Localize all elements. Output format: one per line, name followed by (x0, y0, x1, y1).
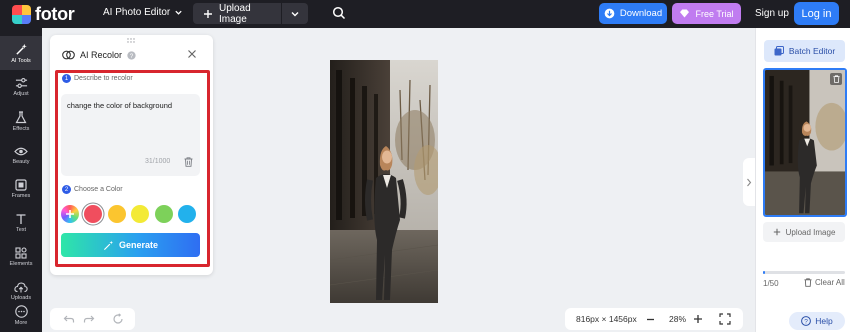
ai-photo-editor-menu[interactable]: AI Photo Editor (103, 7, 183, 18)
red-highlight-box (55, 70, 210, 267)
redo-icon[interactable] (83, 313, 95, 325)
sliders-icon (15, 77, 27, 89)
log-in-button[interactable]: Log in (794, 2, 839, 25)
thumbnail-image (765, 70, 845, 215)
zoom-out-icon[interactable] (646, 315, 655, 324)
more-icon (14, 304, 28, 318)
free-trial-button[interactable]: Free Trial (672, 3, 741, 24)
upload-image-secondary-label: Upload Image (785, 227, 836, 237)
upload-count: 1/50 (763, 279, 779, 288)
svg-text:?: ? (130, 52, 134, 59)
question-icon: ? (801, 316, 812, 326)
brand-name: fotor (35, 4, 75, 24)
chevron-down-icon (175, 10, 182, 15)
chevron-down-icon (291, 11, 299, 16)
download-icon (604, 8, 615, 19)
delete-thumbnail-button[interactable] (830, 73, 842, 85)
cloud-upload-icon (14, 281, 28, 292)
canvas-photo[interactable] (330, 60, 438, 303)
upload-image-button-group: Upload Image (193, 2, 308, 25)
rail-item-effects[interactable]: Effects (0, 104, 42, 138)
free-trial-label: Free Trial (695, 8, 734, 19)
upload-options-button[interactable] (282, 3, 308, 24)
tools-rail: AI Tools Adjust Effects Beauty Frames Te… (0, 28, 42, 332)
eye-icon (14, 147, 28, 155)
download-button[interactable]: Download (599, 3, 667, 24)
flask-icon (15, 110, 27, 123)
trash-icon (832, 75, 840, 83)
shapes-icon (15, 247, 27, 259)
batch-icon (774, 46, 784, 56)
rail-item-text[interactable]: Text (0, 206, 42, 240)
collapse-right-panel-button[interactable] (743, 158, 755, 206)
rail-label: Effects (12, 125, 30, 132)
reset-icon[interactable] (112, 313, 124, 325)
rail-item-elements[interactable]: Elements (0, 240, 42, 274)
clear-all-label: Clear All (815, 278, 845, 287)
ai-photo-editor-label: AI Photo Editor (103, 7, 171, 18)
clear-all-button[interactable]: Clear All (804, 278, 845, 287)
panel-header: AI Recolor ? (62, 50, 136, 60)
drag-handle-icon[interactable] (126, 38, 136, 43)
rail-item-ai-tools[interactable]: AI Tools (0, 36, 42, 70)
rail-item-more[interactable]: More (0, 298, 42, 332)
sign-up-link[interactable]: Sign up (755, 8, 789, 19)
recolor-icon (62, 50, 75, 60)
fotor-logo-mark (12, 5, 31, 24)
help-label: Help (815, 316, 833, 326)
batch-panel: Batch Editor Upload Image 1/50 Clear All (755, 28, 850, 332)
rail-label: More (14, 319, 28, 326)
svg-text:?: ? (804, 319, 808, 326)
photo-thumbnail[interactable] (763, 68, 847, 217)
zoom-level: 28% (669, 314, 687, 324)
rail-item-beauty[interactable]: Beauty (0, 138, 42, 172)
history-toolbar (50, 308, 135, 330)
text-icon (16, 214, 26, 224)
upload-image-button[interactable]: Upload Image (193, 2, 282, 25)
rail-label: Elements (9, 261, 33, 267)
upload-image-secondary-button[interactable]: Upload Image (763, 222, 845, 242)
fotor-logo[interactable]: fotor (12, 4, 75, 25)
image-dimensions: 816px × 1456px (576, 314, 637, 324)
fit-screen-icon[interactable] (719, 313, 731, 325)
upload-quota-bar (763, 271, 845, 274)
batch-editor-button[interactable]: Batch Editor (764, 40, 845, 62)
photo-woman-in-suit (330, 60, 438, 303)
help-button[interactable]: ? Help (789, 312, 845, 330)
panel-title: AI Recolor (80, 50, 123, 60)
trash-icon (804, 278, 812, 287)
frame-icon (15, 179, 27, 191)
zoom-toolbar: 816px × 1456px 28% (565, 308, 743, 330)
diamond-icon (680, 9, 690, 18)
plus-icon (773, 228, 780, 236)
rail-label: Adjust (13, 91, 29, 97)
search-icon (332, 6, 346, 20)
rail-item-adjust[interactable]: Adjust (0, 70, 42, 104)
rail-label: Frames (11, 193, 31, 199)
upload-image-label: Upload Image (218, 2, 251, 25)
help-icon[interactable]: ? (127, 50, 136, 60)
upload-quota-fill (763, 271, 765, 274)
chevron-right-icon (747, 178, 752, 186)
plus-icon (203, 9, 212, 18)
rail-label: Text (15, 227, 27, 233)
rail-label: Beauty (12, 158, 30, 165)
rail-item-frames[interactable]: Frames (0, 172, 42, 206)
zoom-in-icon[interactable] (693, 314, 703, 324)
batch-editor-label: Batch Editor (788, 46, 836, 56)
close-icon[interactable] (187, 49, 197, 59)
download-label: Download (619, 8, 663, 19)
top-bar: fotor AI Photo Editor Upload Image Downl… (0, 0, 850, 28)
undo-icon[interactable] (63, 313, 75, 325)
wand-icon (15, 43, 27, 55)
search-button[interactable] (332, 6, 346, 25)
rail-label: AI Tools (11, 57, 31, 64)
